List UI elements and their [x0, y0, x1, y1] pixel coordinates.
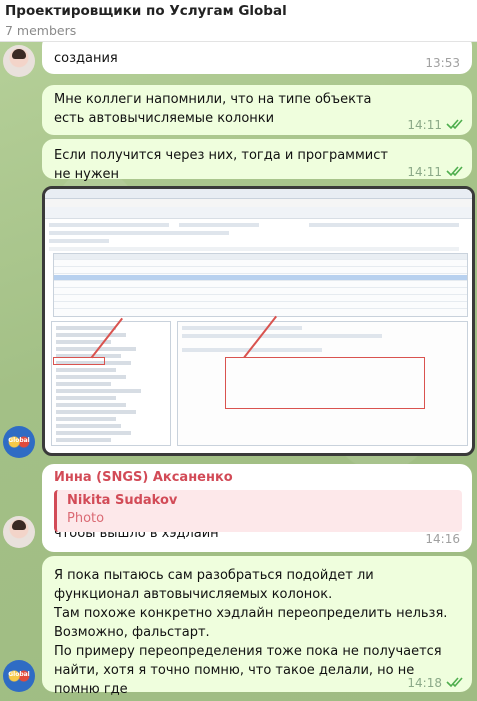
- photo-toolbar: [45, 207, 472, 219]
- reply-author: Nikita Sudakov: [67, 493, 178, 508]
- message-bubble[interactable]: Если получится через них, тогда и програ…: [42, 139, 472, 182]
- message-time: 14:11: [407, 118, 442, 132]
- photo-grid: [53, 253, 468, 317]
- avatar-logo-text: Global: [8, 437, 30, 444]
- avatar-logo-text: Global: [8, 671, 30, 678]
- photo-menubar: [45, 199, 472, 207]
- read-checkmark-icon: [446, 119, 463, 130]
- avatar[interactable]: [3, 45, 35, 77]
- photo-window-titlebar: [45, 189, 472, 199]
- chat-title: Проектировщики по Услугам Global: [5, 3, 287, 19]
- message-text: Я пока пытаюсь сам разобраться подойдет …: [54, 568, 448, 697]
- message-sender: Инна (SNGS) Аксаненко: [54, 470, 233, 485]
- message-time: 14:11: [407, 165, 442, 179]
- members-count: 7 members: [5, 23, 77, 38]
- photo-highlight-box: [53, 357, 105, 365]
- photo-form: [49, 221, 468, 251]
- reply-quote[interactable]: Nikita Sudakov Photo: [54, 490, 462, 532]
- photo-highlight-box: [225, 357, 425, 409]
- read-checkmark-icon: [446, 166, 463, 177]
- chat-header[interactable]: Проектировщики по Услугам Global 7 membe…: [0, 0, 477, 42]
- message-text: Мне коллеги напомнили, что на типе объек…: [54, 92, 372, 126]
- message-bubble[interactable]: Мне коллеги напомнили, что на типе объек…: [42, 85, 472, 135]
- message-bubble[interactable]: Я пока пытаюсь сам разобраться подойдет …: [42, 556, 472, 697]
- message-time: 14:16: [425, 532, 460, 546]
- avatar[interactable]: Global: [3, 426, 35, 458]
- avatar[interactable]: [3, 516, 35, 548]
- avatar[interactable]: Global: [3, 660, 35, 692]
- message-time: 13:53: [425, 56, 460, 70]
- message-time: 14:18: [407, 676, 442, 690]
- photo-attachment[interactable]: [42, 186, 475, 456]
- photo-tree-panel: [51, 321, 171, 446]
- reply-label: Photo: [67, 511, 105, 526]
- message-text: Если получится через них, тогда и програ…: [54, 148, 388, 182]
- message-text: создания: [54, 51, 118, 66]
- read-checkmark-icon: [446, 677, 463, 688]
